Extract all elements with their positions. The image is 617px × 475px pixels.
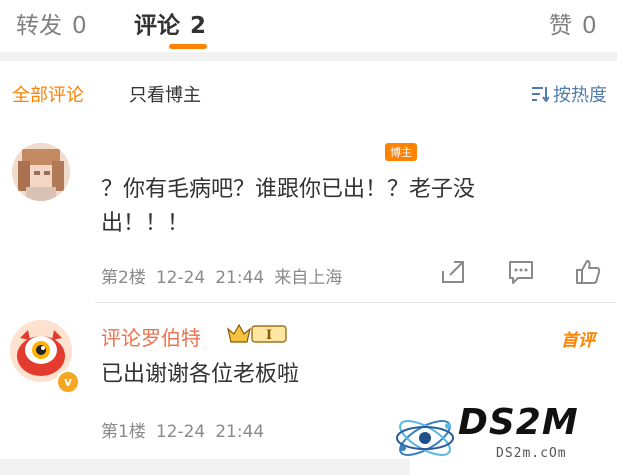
active-tab-indicator (169, 44, 207, 49)
filter-blogger-only[interactable]: 只看博主 (129, 81, 201, 107)
watermark-text: DS2M (458, 402, 579, 443)
like-icon[interactable] (575, 259, 601, 285)
bottom-divider (0, 459, 410, 475)
filter-all-comments[interactable]: 全部评论 (12, 81, 84, 107)
tab-likes-label: 赞 (549, 13, 572, 39)
tab-comments-label: 评论 (134, 13, 180, 39)
first-comment-badge: 首评 (561, 331, 595, 351)
floor-number: 第2楼 (101, 268, 146, 288)
avatar[interactable] (12, 143, 70, 201)
username[interactable]: 评论罗伯特 (101, 322, 201, 351)
comment-date: 12-24 (155, 268, 206, 288)
comment-divider (95, 302, 617, 303)
comment-text: 已出谢谢各位老板啦 (101, 362, 300, 387)
tab-comments-count: 2 (190, 13, 207, 39)
tab-likes[interactable]: 赞0 (549, 6, 597, 40)
sort-by-hot-button[interactable]: 按热度 (531, 81, 607, 107)
watermark-subtext: DS2m.cOm (496, 446, 567, 461)
comment-time: 21:44 (215, 422, 265, 442)
share-icon[interactable] (440, 259, 466, 285)
comment-time: 21:44 (215, 268, 265, 288)
tab-comments[interactable]: 评论 2 (134, 6, 206, 40)
comment-date: 12-24 (155, 422, 206, 442)
comment-text-line: 出！！！ (101, 211, 190, 236)
tab-repost[interactable]: 转发 0 (16, 6, 87, 40)
comment-filter-bar: 全部评论 只看博主 按热度 (0, 61, 617, 121)
blurred-username[interactable] (133, 140, 363, 162)
comment-icon[interactable] (508, 259, 534, 285)
sort-icon (532, 87, 549, 102)
comment-meta: 第2楼 12-24 21:44 来自上海 (101, 263, 352, 288)
blurred-avatar-image (12, 143, 70, 201)
comment-text-line: ？你有毛病吧？谁跟你已出！？老子没 (101, 177, 476, 202)
comment-meta: 第1楼 12-24 21:44 (101, 417, 274, 442)
crown-icon: I (227, 323, 287, 343)
floor-number: 第1楼 (101, 422, 146, 442)
sort-label: 按热度 (553, 85, 607, 106)
tab-repost-count: 0 (72, 13, 87, 39)
tab-likes-count: 0 (582, 13, 597, 39)
level-badge-text: I (266, 328, 272, 343)
tab-repost-label: 转发 (16, 13, 62, 39)
verified-icon: v (56, 370, 80, 394)
comment-text: ？你有毛病吧？谁跟你已出！？老子没 出！！！ (101, 173, 475, 241)
comment-source: 来自上海 (274, 268, 343, 288)
blogger-tag: 博主 (385, 143, 417, 161)
section-divider (0, 52, 617, 61)
tab-bar: 转发 0 评论 2 赞0 (0, 0, 617, 52)
